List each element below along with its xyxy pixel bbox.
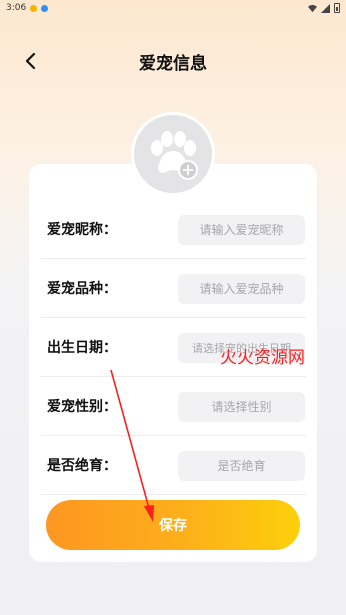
- form-row-nickname: 爱宠昵称：: [41, 201, 306, 259]
- birthdate-label: 出生日期：: [47, 340, 117, 356]
- breed-input[interactable]: [178, 274, 305, 304]
- gender-picker[interactable]: [178, 392, 305, 422]
- watermark: 火火资源网: [220, 348, 305, 368]
- status-bar: 3:06: [0, 0, 346, 16]
- battery-icon: [334, 3, 340, 13]
- gender-label: 爱宠性别：: [47, 399, 117, 415]
- divider: [41, 376, 306, 377]
- paw-icon: [151, 131, 198, 180]
- form-row-gender: 爱宠性别：: [41, 378, 306, 436]
- status-icons: [308, 3, 340, 13]
- header: 爱宠信息: [0, 40, 346, 80]
- divider: [41, 317, 306, 318]
- form-row-neutered: 是否绝育：: [41, 437, 306, 495]
- neutered-picker[interactable]: [178, 451, 305, 481]
- save-button[interactable]: 保存: [46, 500, 300, 550]
- wifi-icon: [308, 4, 317, 12]
- divider: [41, 494, 306, 495]
- signal-icon: [321, 3, 330, 13]
- divider: [41, 435, 306, 436]
- page-title: 爱宠信息: [139, 54, 207, 74]
- form-row-breed: 爱宠品种：: [41, 260, 306, 318]
- plus-icon: [178, 160, 198, 180]
- status-time: 3:06: [6, 3, 27, 13]
- divider: [41, 258, 306, 259]
- notification-dot-icon: [41, 4, 49, 12]
- notification-dot-icon: [30, 4, 38, 12]
- breed-label: 爱宠品种：: [47, 281, 117, 297]
- nickname-label: 爱宠昵称：: [47, 222, 117, 238]
- nickname-input[interactable]: [178, 215, 305, 245]
- pet-avatar-upload[interactable]: [131, 112, 215, 196]
- neutered-label: 是否绝育：: [47, 458, 117, 474]
